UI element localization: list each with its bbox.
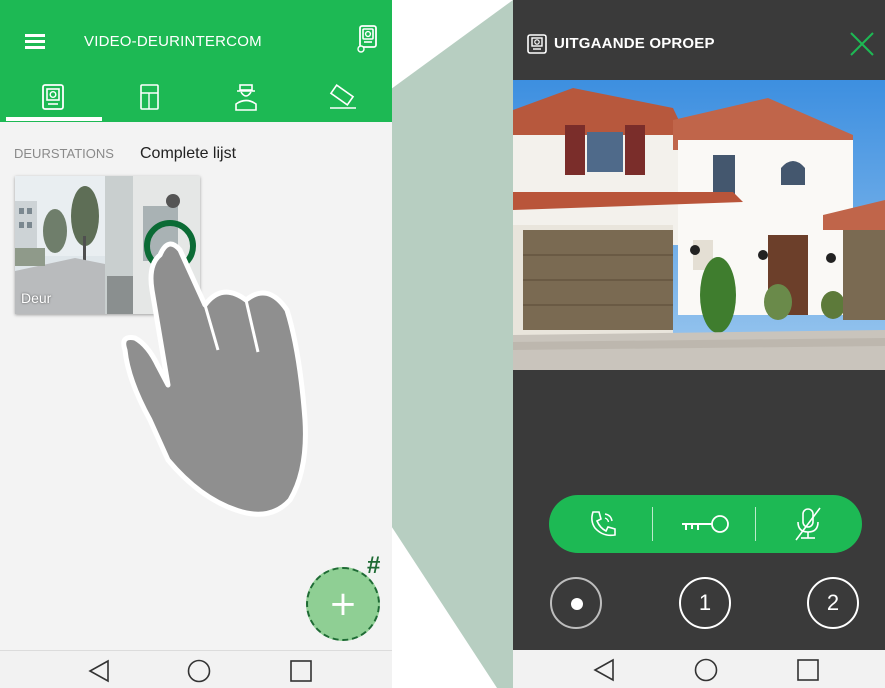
answer-call-button[interactable] [553,495,653,553]
record-dot-icon [571,598,583,610]
intercom-icon[interactable] [357,25,379,53]
call-title: UITGAANDE OPROEP [554,35,715,52]
aux-function-2-button[interactable]: 2 [807,577,859,629]
mute-microphone-icon [795,507,821,541]
section-label: DEURSTATIONS [14,146,114,161]
tab-door-panel-icon[interactable] [138,84,162,110]
record-button[interactable] [550,577,602,629]
menu-icon[interactable] [25,34,45,49]
home-icon[interactable] [694,658,718,682]
left-app-bar: VIDEO-DEURINTERCOM [0,0,392,72]
app-title: VIDEO-DEURINTERCOM [84,33,262,50]
aux-function-1-button[interactable]: 1 [679,577,731,629]
intercom-icon [527,34,547,54]
home-icon[interactable] [187,659,211,683]
recents-icon[interactable] [796,658,820,682]
right-phone-screen: UITGAANDE OPROEP 1 2 [513,0,885,688]
mute-microphone-button[interactable] [758,495,858,553]
list-filter-label[interactable]: Complete lijst [140,145,236,163]
action-separator [755,507,756,541]
video-feed-image [513,80,885,370]
recents-icon[interactable] [289,659,313,683]
call-action-bar [549,495,862,553]
close-icon[interactable] [849,31,875,57]
active-tab-indicator [6,117,102,121]
phone-call-icon [591,511,616,537]
call-app-bar: UITGAANDE OPROEP [513,0,885,80]
key-icon [682,515,729,533]
tab-intercom-icon[interactable] [40,84,66,110]
android-nav-bar [0,650,392,688]
callout-marker: # [367,552,381,579]
tab-bar [0,72,392,122]
android-nav-bar [513,650,885,688]
back-icon[interactable] [88,659,110,683]
back-icon[interactable] [593,658,615,682]
door-card-label: Deur [21,290,52,306]
tab-concierge-icon[interactable] [233,84,259,112]
door-station-card[interactable]: Deur [15,176,200,314]
tab-camera-icon[interactable] [328,84,358,110]
left-phone-screen: VIDEO-DEURINTERCOM DEURSTATIONS Complete… [0,0,392,688]
open-door-button[interactable] [655,495,755,553]
action-separator [652,507,653,541]
composite-screenshot: VIDEO-DEURINTERCOM DEURSTATIONS Complete… [0,0,885,688]
